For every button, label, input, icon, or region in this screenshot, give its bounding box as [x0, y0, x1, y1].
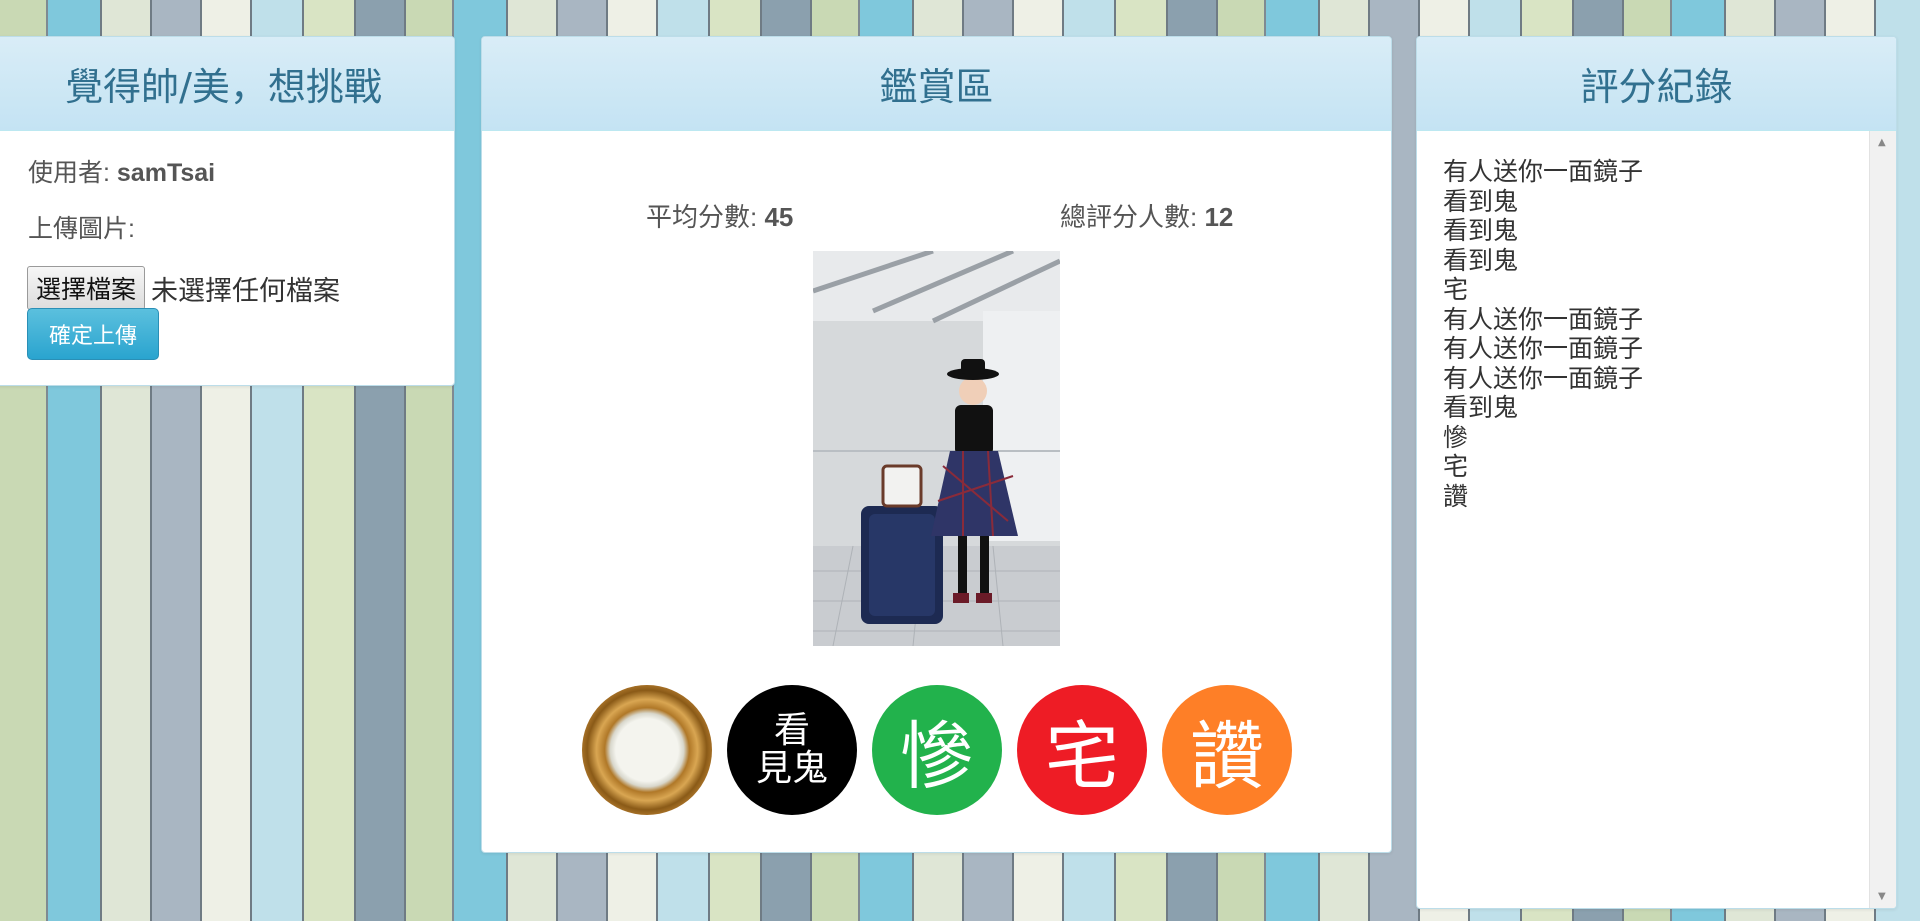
- confirm-upload-button[interactable]: 確定上傳: [27, 308, 159, 360]
- record-item: 宅: [1443, 452, 1469, 481]
- record-item: 有人送你一面鏡子: [1443, 334, 1644, 363]
- rating-count-value: 12: [1204, 202, 1234, 232]
- ghost-vote-line2: 見鬼: [755, 748, 828, 789]
- user-line: 使用者: samTsai: [28, 153, 215, 189]
- record-item: 宅: [1443, 275, 1469, 304]
- record-item: 讚: [1443, 481, 1469, 511]
- rating-record-list: 有人送你一面鏡子 看到鬼 看到鬼 看到鬼宅有人送你一面鏡子 有人送你一面鏡子 有人送你一面…: [1443, 157, 1643, 511]
- average-score-value: 45: [764, 202, 794, 232]
- record-item: 看到鬼: [1443, 186, 1519, 216]
- ghost-vote-line1: 看: [773, 710, 810, 752]
- record-item: 看到鬼: [1443, 245, 1519, 275]
- ghost-vote-button[interactable]: 看 見鬼: [727, 685, 857, 815]
- record-panel: 評分紀錄 有人送你一面鏡子 看到鬼 看到鬼 看到鬼宅有人送你一面鏡子 有人送你一面鏡子有…: [1416, 36, 1897, 909]
- sad-vote-button[interactable]: 慘: [872, 685, 1002, 815]
- average-score: 平均分數: 45: [646, 197, 793, 234]
- praise-vote-button[interactable]: 讚: [1162, 685, 1292, 815]
- gallery-panel: 鑑賞區 平均分數: 45 總評分人數: 12 看 見鬼 慘 宅 讚: [481, 36, 1392, 853]
- record-item: 慘: [1443, 422, 1469, 452]
- upload-panel: 覺得帥/美，想挑戰 使用者: samTsai 上傳圖片: 選擇檔案 未選擇任何檔…: [0, 36, 455, 386]
- record-panel-title: 評分紀錄: [1417, 37, 1896, 131]
- scroll-down-icon[interactable]: ▼: [1878, 891, 1886, 902]
- record-item: 有人送你一面鏡子: [1443, 304, 1644, 334]
- record-scrollbar[interactable]: ▲ ▼: [1869, 131, 1896, 908]
- upload-label: 上傳圖片:: [28, 215, 135, 243]
- file-status-text: 未選擇任何檔案: [151, 275, 341, 306]
- rating-count: 總評分人數: 12: [1060, 197, 1233, 234]
- mirror-vote-button[interactable]: [582, 685, 712, 815]
- username: samTsai: [116, 159, 216, 187]
- scroll-up-icon[interactable]: ▲: [1878, 137, 1886, 148]
- gallery-panel-title: 鑑賞區: [482, 37, 1391, 131]
- user-label: 使用者:: [28, 159, 110, 187]
- rating-count-label: 總評分人數:: [1060, 202, 1198, 232]
- record-item: 有人送你一面鏡子: [1443, 363, 1644, 393]
- record-item: 看到鬼: [1443, 216, 1519, 245]
- average-score-label: 平均分數:: [646, 202, 758, 232]
- otaku-vote-button[interactable]: 宅: [1017, 685, 1147, 815]
- record-item: 看到鬼: [1443, 393, 1519, 422]
- choose-file-button[interactable]: 選擇檔案: [27, 266, 146, 310]
- file-input-row: 選擇檔案 未選擇任何檔案: [27, 266, 340, 310]
- uploaded-photo: [813, 251, 1060, 646]
- record-item: 有人送你一面鏡子: [1443, 157, 1644, 186]
- upload-panel-title: 覺得帥/美，想挑戰: [0, 37, 454, 131]
